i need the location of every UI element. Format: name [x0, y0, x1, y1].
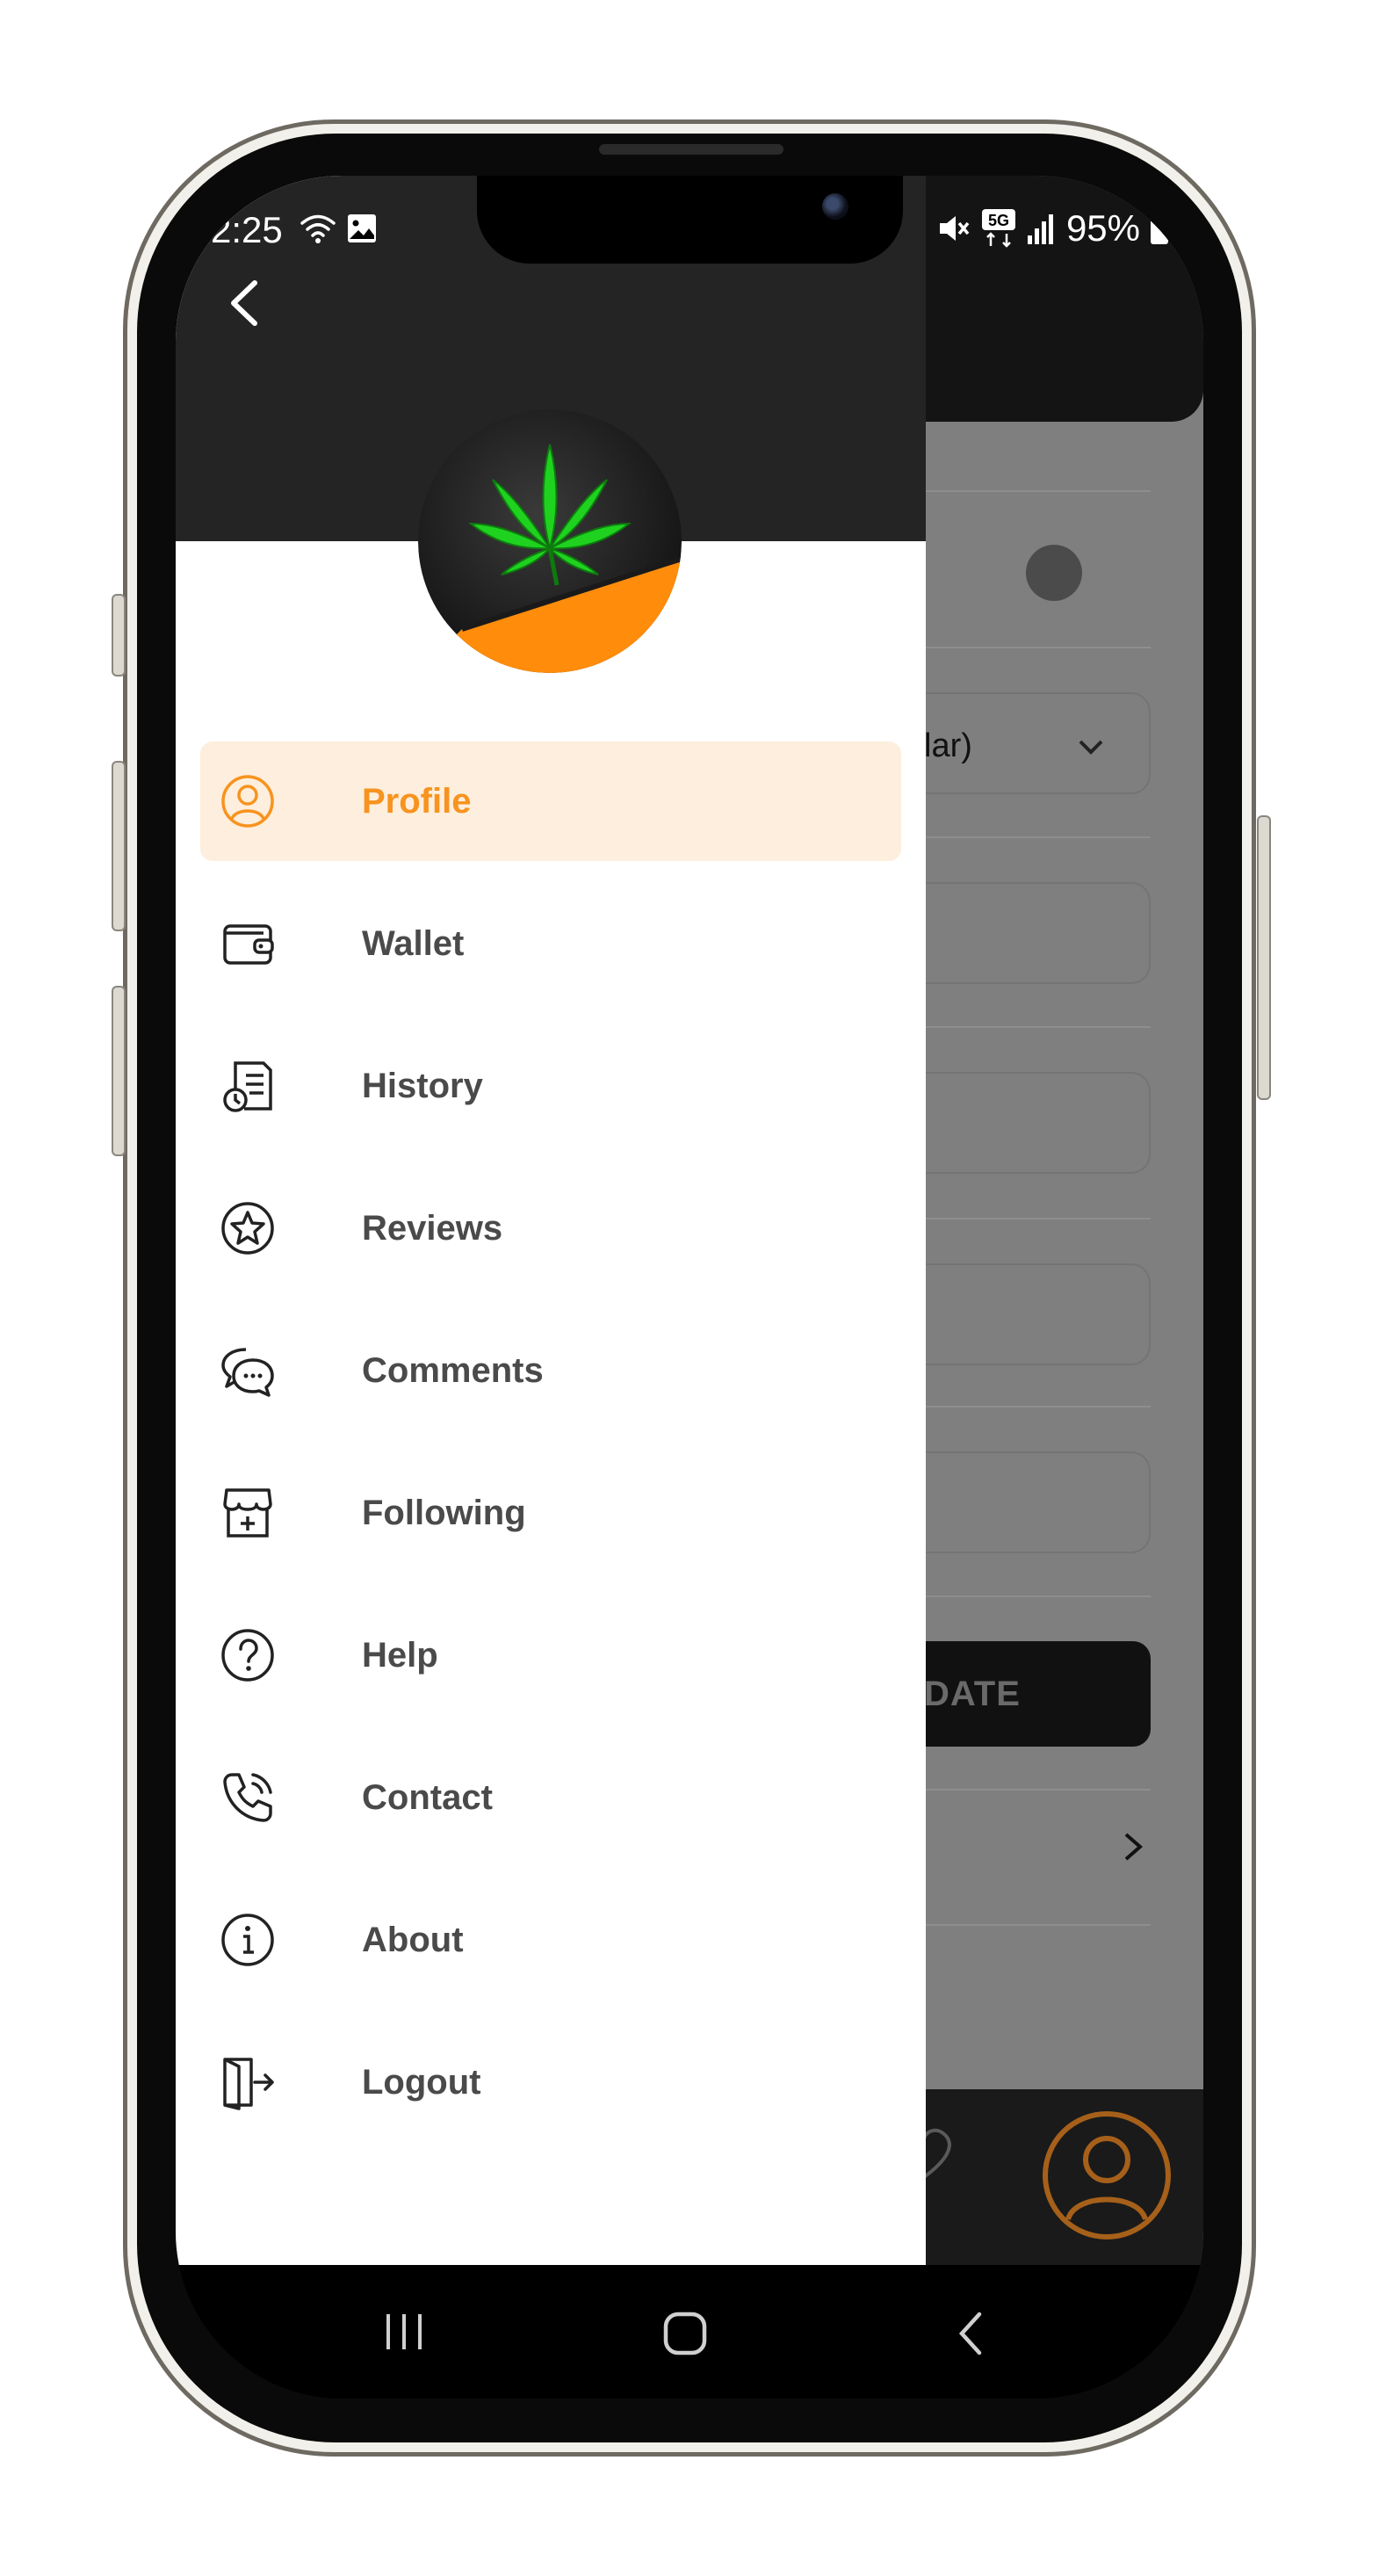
divider — [922, 1026, 1151, 1028]
chat-bubbles-icon — [221, 1348, 274, 1397]
side-button-volume-up — [112, 761, 126, 931]
status-time: 2:25 — [211, 209, 283, 250]
input-field[interactable] — [922, 1451, 1151, 1553]
question-circle-icon — [221, 1629, 274, 1682]
menu-item-label: Contact — [362, 1778, 493, 1817]
cannabis-logo-avatar — [418, 409, 682, 673]
menu-item-profile[interactable]: Profile — [200, 742, 901, 861]
mute-icon — [939, 216, 970, 241]
input-field[interactable] — [922, 882, 1151, 984]
input-field[interactable] — [922, 1072, 1151, 1174]
battery-icon — [1151, 213, 1168, 244]
side-button-silent — [112, 594, 126, 677]
navigation-drawer: Profile Wallet History Reviews Comments … — [176, 176, 926, 2265]
divider — [922, 1406, 1151, 1407]
status-left-icons — [299, 209, 379, 248]
wifi-icon — [300, 214, 336, 243]
signal-icon — [1027, 214, 1053, 244]
menu-item-reviews[interactable]: Reviews — [200, 1169, 901, 1288]
system-nav-bar — [176, 2265, 1203, 2399]
drawer-menu: Profile Wallet History Reviews Comments … — [200, 742, 901, 2165]
toggle-switch[interactable] — [1026, 545, 1082, 601]
menu-item-history[interactable]: History — [200, 1026, 901, 1146]
menu-item-help[interactable]: Help — [200, 1596, 901, 1715]
input-field[interactable] — [922, 1263, 1151, 1365]
speaker-grille — [599, 144, 783, 155]
home-icon[interactable] — [659, 2309, 711, 2358]
status-right-icons: 5G 95% — [936, 207, 1170, 250]
menu-item-about[interactable]: About — [200, 1880, 901, 2000]
menu-item-logout[interactable]: Logout — [200, 2022, 901, 2142]
screen: lar) DATE Profile Wallet History Reviews… — [176, 176, 1203, 2399]
divider — [922, 647, 1151, 648]
history-icon — [223, 1061, 272, 1112]
menu-item-label: Following — [362, 1494, 526, 1532]
menu-item-following[interactable]: Following — [200, 1453, 901, 1573]
info-circle-icon — [221, 1914, 274, 1966]
profile-nav-icon[interactable] — [1036, 2105, 1177, 2246]
side-button-volume-down — [112, 986, 126, 1156]
front-camera — [822, 193, 848, 220]
image-notification-icon — [348, 214, 376, 242]
menu-item-label: Wallet — [362, 924, 465, 963]
network-label: 5G — [988, 212, 1009, 229]
divider — [922, 1596, 1151, 1597]
menu-item-label: Profile — [362, 782, 472, 821]
camera-notch — [477, 176, 903, 264]
wallet-icon — [223, 924, 274, 965]
divider — [922, 836, 1151, 838]
menu-item-label: Reviews — [362, 1209, 503, 1248]
phone-icon — [223, 1773, 272, 1822]
divider — [922, 1789, 1151, 1791]
menu-item-comments[interactable]: Comments — [200, 1311, 901, 1430]
menu-item-wallet[interactable]: Wallet — [200, 884, 901, 1003]
select-value: lar) — [924, 727, 972, 764]
menu-item-label: History — [362, 1067, 483, 1105]
side-button-power — [1257, 815, 1271, 1100]
chevron-right-icon[interactable] — [1115, 1829, 1151, 1864]
menu-item-label: Logout — [362, 2063, 481, 2102]
chevron-down-icon — [1079, 740, 1103, 755]
battery-percent: 95% — [1065, 207, 1140, 249]
5g-network-icon: 5G — [981, 209, 1015, 248]
recents-icon[interactable] — [378, 2311, 430, 2353]
menu-item-contact[interactable]: Contact — [200, 1738, 901, 1857]
logout-door-icon — [223, 2058, 274, 2110]
menu-item-label: Comments — [362, 1351, 544, 1390]
update-button-label: DATE — [924, 1675, 1021, 1713]
store-icon — [223, 1488, 272, 1538]
divider — [922, 1924, 1151, 1926]
menu-item-label: Help — [362, 1636, 438, 1675]
divider — [922, 1218, 1151, 1219]
star-circle-icon — [221, 1202, 274, 1255]
divider — [922, 490, 1151, 492]
back-arrow-icon[interactable] — [218, 272, 271, 334]
user-circle-icon — [221, 775, 274, 828]
nav-back-icon[interactable] — [953, 2307, 988, 2360]
menu-item-label: About — [362, 1921, 464, 1959]
